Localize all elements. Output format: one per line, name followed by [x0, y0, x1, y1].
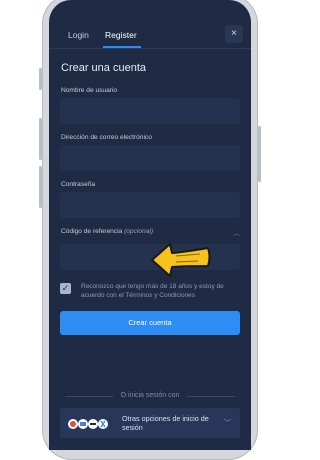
other-login-options-button[interactable]: Otras opciones de inicio de sesión ﹀ [60, 408, 240, 438]
referral-label: Código de referencia (opcional) [61, 228, 153, 235]
email-label: Dirección de correo electrónico [61, 134, 152, 141]
modal-header: Login Register × [49, 0, 251, 48]
email-input[interactable] [60, 145, 240, 171]
create-account-button[interactable]: Crear cuenta [60, 311, 240, 335]
tab-login[interactable]: Login [68, 30, 89, 40]
terms-text: Reconozco que tengo más de 18 años y est… [81, 283, 224, 299]
chevron-up-icon[interactable]: ︿ [233, 228, 240, 238]
phone-volume-up-button [39, 118, 42, 160]
phone-volume-down-button [39, 166, 42, 208]
other-login-label: Otras opciones de inicio de sesión [122, 414, 209, 432]
username-label: Nombre de usuario [61, 87, 118, 94]
or-divider: O inicia sesión con [49, 392, 251, 399]
checkbox-checked-icon[interactable]: ✓ [60, 283, 71, 294]
or-divider-line-right [187, 396, 235, 397]
arrow-pointer-icon [151, 243, 211, 277]
phone-power-button [258, 126, 261, 182]
or-divider-line-left [65, 396, 113, 397]
social-logos-icon [68, 419, 108, 429]
password-input[interactable] [60, 192, 240, 218]
referral-optional-text: (opcional) [124, 228, 154, 235]
or-text: O inicia sesión con [120, 392, 180, 399]
referral-label-text: Código de referencia [61, 228, 123, 235]
header-divider [49, 48, 251, 49]
tab-register[interactable]: Register [105, 30, 137, 40]
page-title: Crear una cuenta [61, 62, 146, 74]
phone-screen: Login Register × Crear una cuenta Nombre… [49, 0, 251, 450]
phone-side-button [39, 68, 42, 90]
chevron-down-icon: ﹀ [224, 420, 231, 427]
password-label: Contraseña [61, 181, 96, 188]
username-input[interactable] [60, 98, 240, 124]
close-icon[interactable]: × [225, 25, 243, 43]
